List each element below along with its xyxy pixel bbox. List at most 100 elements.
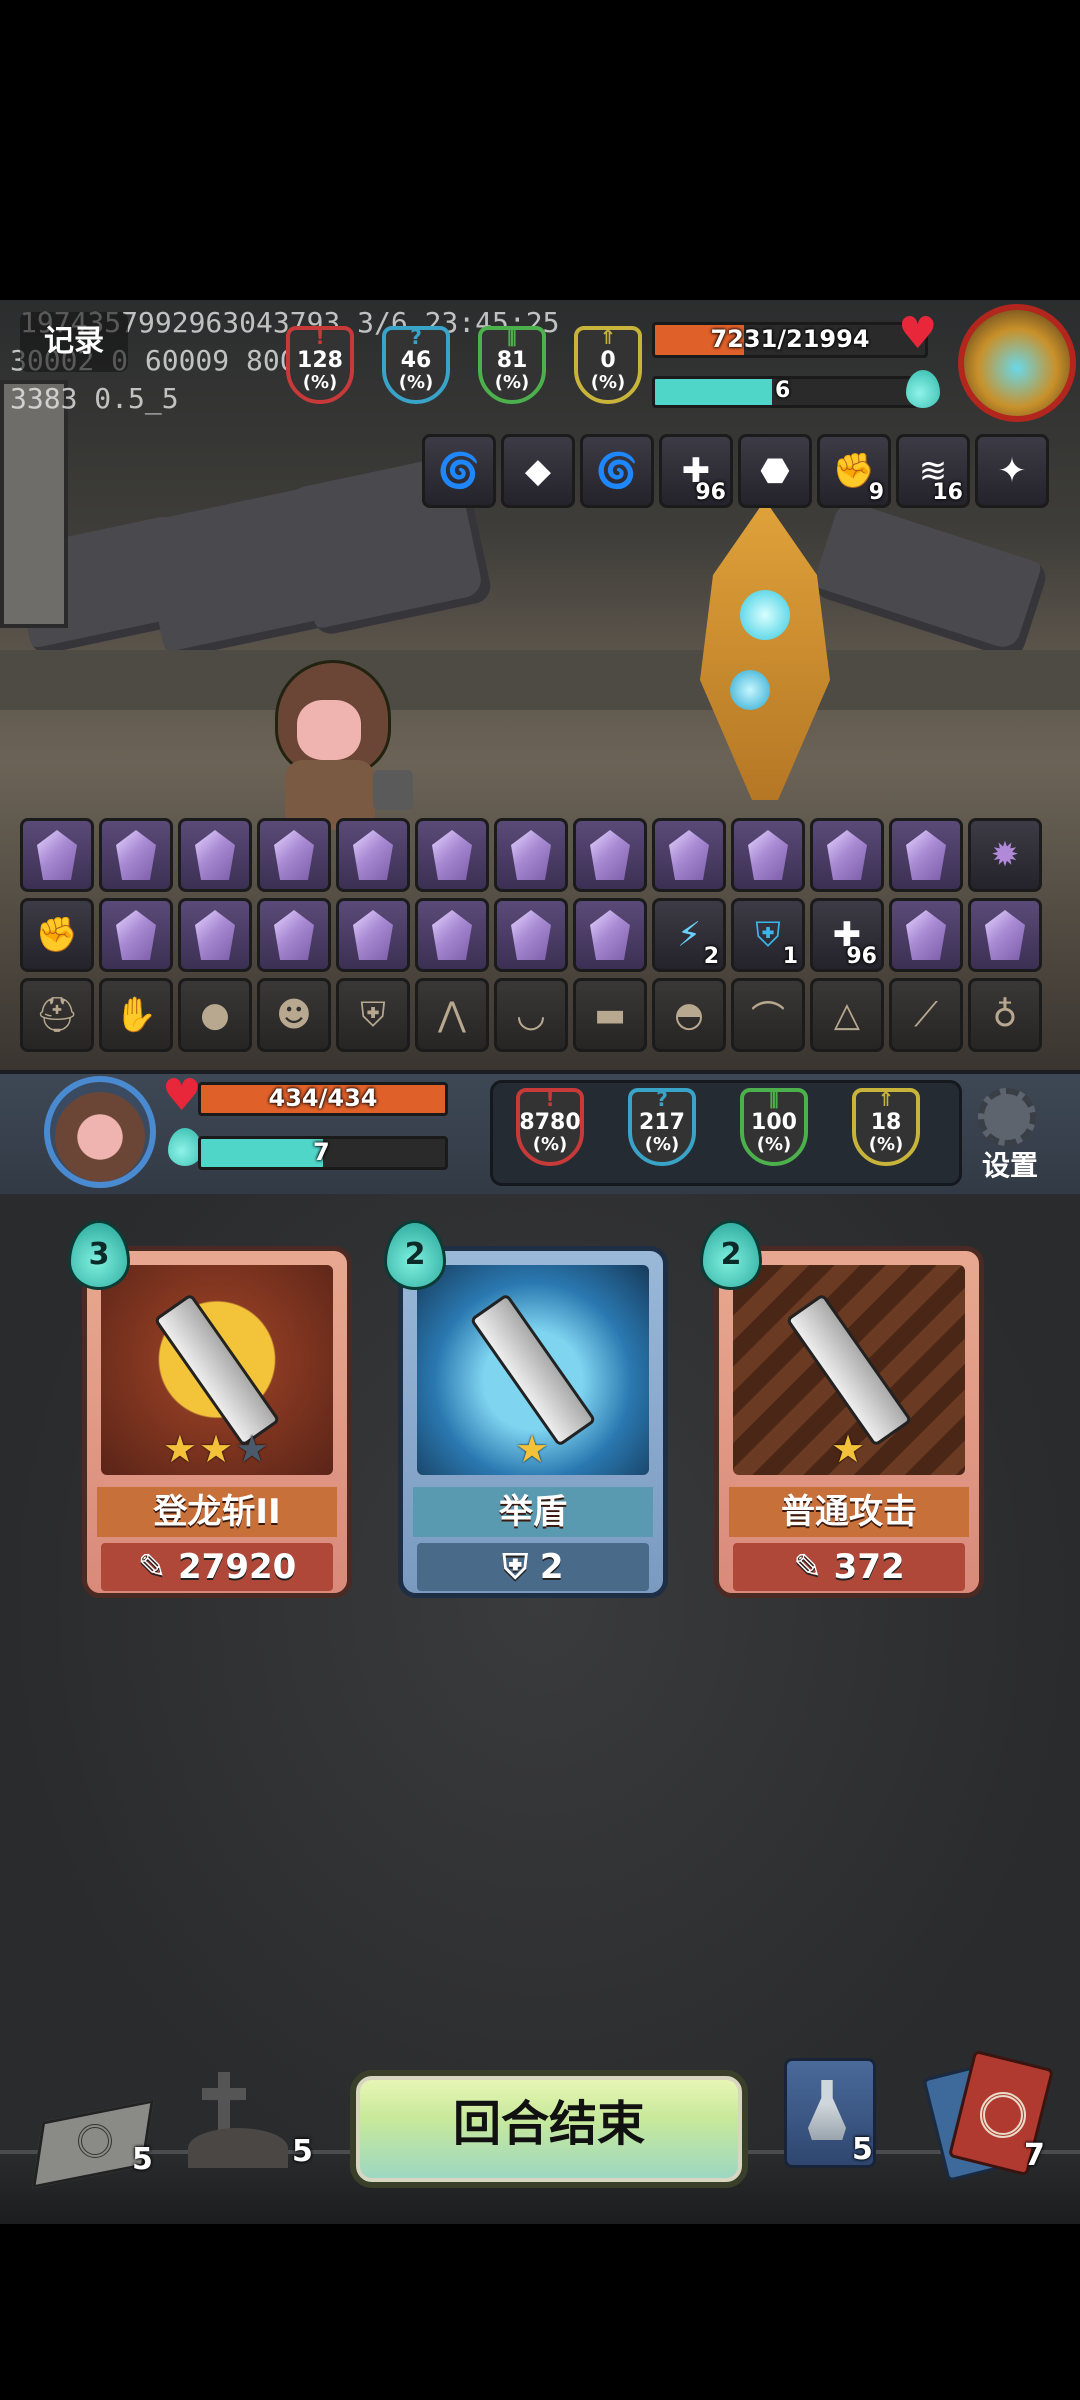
gem-icon[interactable] bbox=[336, 898, 410, 972]
enemy-energy-icon bbox=[906, 370, 940, 408]
enemy-heart-icon: ♥ bbox=[898, 308, 938, 359]
gem-icon[interactable] bbox=[178, 898, 252, 972]
gem-icon[interactable] bbox=[494, 898, 568, 972]
attack-icon: ! bbox=[545, 1087, 555, 1111]
gem-icon[interactable] bbox=[415, 898, 489, 972]
gem-icon[interactable] bbox=[336, 818, 410, 892]
gem-icon[interactable] bbox=[810, 818, 884, 892]
skill-card[interactable]: ★ 举盾 ⛨ 2 bbox=[398, 1246, 668, 1598]
potion-slot[interactable]: 5 bbox=[780, 2058, 890, 2168]
player-hp-text: 434/434 bbox=[268, 1084, 378, 1112]
gauntlet-icon[interactable]: ✋ bbox=[99, 978, 173, 1052]
cup-icon[interactable]: ◡ bbox=[494, 978, 568, 1052]
fang-icon[interactable]: ⌒ bbox=[731, 978, 805, 1052]
player-stat-badge[interactable]: ⫼ 100 (%) bbox=[740, 1088, 808, 1166]
gem-icon[interactable] bbox=[99, 898, 173, 972]
mask-icon[interactable]: ◓ bbox=[652, 978, 726, 1052]
gem-icon[interactable] bbox=[257, 898, 331, 972]
swirl-icon[interactable]: 🌀 bbox=[580, 434, 654, 508]
shield-icon[interactable]: ⛨ 1 bbox=[731, 898, 805, 972]
gem-icon[interactable] bbox=[573, 898, 647, 972]
sword-icon: ✎ bbox=[793, 1547, 834, 1587]
gem-icon[interactable] bbox=[652, 818, 726, 892]
armor-icon[interactable]: ⛨ bbox=[336, 978, 410, 1052]
enemy-avatar[interactable] bbox=[958, 304, 1076, 422]
enemy-stat-badge[interactable]: ! 128 (%) bbox=[286, 326, 354, 404]
trap-icon[interactable]: ⋀ bbox=[415, 978, 489, 1052]
gear-icon[interactable] bbox=[978, 1088, 1036, 1146]
gem-icon[interactable] bbox=[731, 818, 805, 892]
grave-pile[interactable]: 5 bbox=[188, 2066, 318, 2176]
discard-pile-count: 7 bbox=[1024, 2138, 1045, 2173]
swirl-icon[interactable]: 🌀 bbox=[422, 434, 496, 508]
buff-count: 1 bbox=[782, 944, 798, 969]
crit-icon: ? bbox=[410, 325, 422, 349]
sword-icon: ✎ bbox=[137, 1547, 179, 1587]
enemy-stat-value: 128 bbox=[297, 348, 343, 373]
skill-card[interactable]: ★ 普通攻击 ✎ 372 bbox=[714, 1246, 984, 1598]
enemy-stat-badge[interactable]: ⫼ 81 (%) bbox=[478, 326, 546, 404]
log-button[interactable]: 记录 bbox=[20, 312, 128, 372]
settings-label[interactable]: 设置 bbox=[982, 1144, 1038, 1184]
dark-crystal-icon[interactable]: ✹ bbox=[968, 818, 1042, 892]
player-stat-unit: (%) bbox=[644, 1134, 680, 1155]
gem-icon[interactable] bbox=[415, 818, 489, 892]
enemy-stat-badge[interactable]: ? 46 (%) bbox=[382, 326, 450, 404]
pouch-icon[interactable]: ● bbox=[178, 978, 252, 1052]
bracer-icon[interactable]: ▬ bbox=[573, 978, 647, 1052]
lightning-icon[interactable]: ⚡ 2 bbox=[652, 898, 726, 972]
beast-icon[interactable]: ✦ bbox=[975, 434, 1049, 508]
star-icon: ★ bbox=[514, 1427, 552, 1471]
player-energy-icon bbox=[168, 1128, 202, 1166]
dark-orb-icon[interactable]: ⬣ bbox=[738, 434, 812, 508]
buff-count: 16 bbox=[932, 480, 963, 505]
defense-icon: ⫼ bbox=[769, 1087, 779, 1111]
amulet-icon[interactable]: ◆ bbox=[501, 434, 575, 508]
enemy-character[interactable] bbox=[640, 500, 880, 820]
ground bbox=[0, 650, 1080, 710]
enemy-hp-text: 7231/21994 bbox=[710, 325, 870, 353]
gem-icon[interactable] bbox=[20, 818, 94, 892]
player-energy-bar: 7 bbox=[198, 1136, 448, 1170]
end-turn-button[interactable]: 回合结束 bbox=[350, 2070, 748, 2188]
chalice-icon[interactable]: ♁ bbox=[968, 978, 1042, 1052]
gem-icon[interactable] bbox=[889, 898, 963, 972]
gem-icon[interactable] bbox=[178, 818, 252, 892]
player-character[interactable] bbox=[255, 660, 413, 830]
gem-icon[interactable] bbox=[968, 898, 1042, 972]
rock-fist-icon[interactable]: ✊ 9 bbox=[817, 434, 891, 508]
gem-icon[interactable] bbox=[889, 818, 963, 892]
buff-count: 96 bbox=[846, 944, 877, 969]
player-stat-value: 217 bbox=[639, 1110, 685, 1135]
player-stat-value: 100 bbox=[751, 1110, 797, 1135]
player-avatar[interactable] bbox=[44, 1076, 156, 1188]
draw-pile[interactable]: 5 bbox=[32, 2098, 154, 2189]
speed-icon: ⇑ bbox=[599, 325, 617, 349]
skill-card[interactable]: ★★★ 登龙斩II ✎ 27920 bbox=[82, 1246, 352, 1598]
hood-icon[interactable]: △ bbox=[810, 978, 884, 1052]
player-stat-badge[interactable]: ⇑ 18 (%) bbox=[852, 1088, 920, 1166]
discard-pile[interactable]: 7 bbox=[920, 2048, 1060, 2182]
player-hp-bar: 434/434 bbox=[198, 1082, 448, 1116]
helmet-icon[interactable]: ⛑ bbox=[20, 978, 94, 1052]
player-stat-badge[interactable]: ? 217 (%) bbox=[628, 1088, 696, 1166]
dagger-icon[interactable]: ⟋ bbox=[889, 978, 963, 1052]
star-rating: ★ bbox=[403, 1427, 663, 1471]
gem-icon[interactable] bbox=[99, 818, 173, 892]
doll-icon[interactable]: ☻ bbox=[257, 978, 331, 1052]
gem-icon[interactable] bbox=[257, 818, 331, 892]
voodoo-doll-icon[interactable]: ✚ 96 bbox=[659, 434, 733, 508]
enemy-stat-badge[interactable]: ⇑ 0 (%) bbox=[574, 326, 642, 404]
shield-icon: ⛨ bbox=[502, 1547, 540, 1587]
gem-icon[interactable] bbox=[494, 818, 568, 892]
player-energy-text: 7 bbox=[313, 1138, 330, 1166]
star-icon: ★ bbox=[198, 1427, 236, 1471]
bg-pillar bbox=[0, 380, 68, 628]
voodoo-doll-icon[interactable]: ✚ 96 bbox=[810, 898, 884, 972]
gem-icon[interactable] bbox=[573, 818, 647, 892]
claw-slash-icon[interactable]: ≋ 16 bbox=[896, 434, 970, 508]
fist-icon[interactable]: ✊ bbox=[20, 898, 94, 972]
card-value: 2 bbox=[539, 1547, 564, 1587]
player-stat-badge[interactable]: ! 8780 (%) bbox=[516, 1088, 584, 1166]
enemy-energy-text: 6 bbox=[775, 378, 791, 403]
